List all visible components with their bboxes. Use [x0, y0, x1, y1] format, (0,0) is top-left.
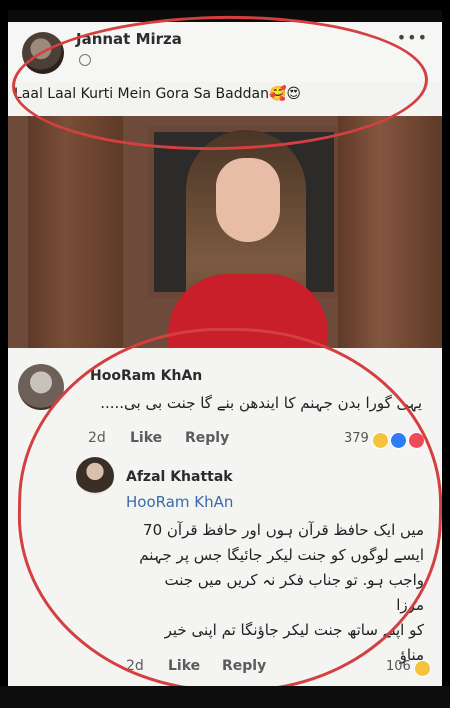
reaction-icons[interactable] — [372, 430, 426, 449]
globe-icon — [79, 53, 91, 66]
facebook-post-card: Jannat Mirza ••• Laal Laal Kurti Mein Go… — [8, 10, 442, 686]
reply-reply-button[interactable]: Reply — [222, 658, 266, 674]
post-photo[interactable] — [8, 116, 442, 348]
reaction-count[interactable]: 379 — [344, 431, 369, 446]
reply-like-button[interactable]: Like — [168, 658, 200, 674]
reply-button[interactable]: Reply — [185, 430, 229, 446]
photo-door-right — [338, 116, 442, 348]
author-avatar[interactable] — [22, 32, 64, 74]
love-icon — [408, 432, 426, 449]
post-caption: Laal Laal Kurti Mein Gora Sa Baddan🥰😍 — [14, 86, 301, 102]
commenter-name[interactable]: HooRam KhAn — [90, 368, 202, 384]
replier-name[interactable]: Afzal Khattak — [126, 469, 233, 485]
commenter-avatar[interactable] — [18, 364, 64, 410]
photo-person-red-dress — [168, 274, 328, 348]
more-options-icon[interactable]: ••• — [397, 28, 428, 47]
haha-icon — [414, 660, 431, 677]
reply-line: کو اپنے ساتھ جنت لیکر جاؤنگا تم اپنی خیر — [164, 621, 424, 639]
post-header: Jannat Mirza ••• — [8, 22, 442, 82]
screenshot-frame: Jannat Mirza ••• Laal Laal Kurti Mein Go… — [0, 0, 450, 708]
reply-reaction-count[interactable]: 106 — [386, 659, 411, 674]
photo-door-left — [28, 116, 123, 348]
reply-text: میں ایک حافظ قرآن ہوں اور حافظ قرآن 70 ا… — [134, 518, 424, 668]
photo-person-face — [216, 158, 280, 242]
post-meta — [76, 52, 91, 66]
bottom-bar — [0, 686, 450, 708]
reply-line: میں ایک حافظ قرآن ہوں اور حافظ قرآن 70 — [143, 521, 424, 539]
mention-link[interactable]: HooRam KhAn — [126, 493, 233, 511]
comments-section: HooRam KhAn یہی گورا بدن جہنم کا ایندھن … — [8, 350, 442, 686]
post-author-name[interactable]: Jannat Mirza — [76, 30, 182, 48]
comment-time: 2d — [88, 430, 106, 446]
reply-reaction-icons[interactable] — [414, 658, 431, 677]
comment-text: یہی گورا بدن جہنم کا ایندھن بنے گا جنت ب… — [100, 394, 422, 412]
like-icon — [390, 432, 408, 449]
reply-line: واجب ہو. تو جناب فکر نہ کریں میں جنت مرز… — [164, 571, 425, 614]
top-bar — [8, 10, 442, 22]
reply-time: 2d — [126, 658, 144, 674]
haha-icon — [372, 432, 389, 449]
replier-avatar[interactable] — [76, 457, 114, 495]
reply-line: ایسے لوگوں کو جنت لیکر جائیگا جس پر جہنم — [139, 546, 424, 564]
like-button[interactable]: Like — [130, 430, 162, 446]
